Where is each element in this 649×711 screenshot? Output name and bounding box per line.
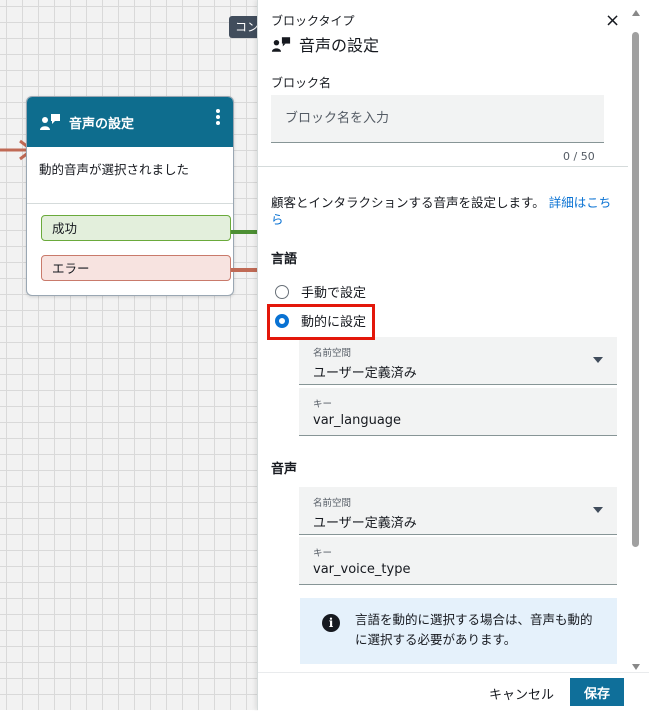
voice-icon [40,114,60,130]
scrollbar[interactable] [630,10,642,670]
panel-description: 顧客とインタラクションする音声を設定します。 詳細はこちら [271,194,621,228]
block-name-input[interactable] [271,95,604,143]
char-counter: 0 / 50 [563,150,595,163]
voice-namespace-select[interactable]: 名前空間 ユーザー定義済み [299,487,617,535]
radio-label: 手動で設定 [301,286,367,301]
branch-error[interactable]: エラー [41,255,231,281]
description-text: 顧客とインタラクションする音声を設定します。 [271,195,545,210]
panel-title-text: 音声の設定 [299,36,380,55]
set-voice-block-node[interactable]: 音声の設定 動的音声が選択されました 成功 エラー [26,96,234,296]
info-alert: i 言語を動的に選択する場合は、音声も動的に選択する必要があります。 [300,598,617,664]
info-icon: i [322,614,340,632]
chevron-down-icon [593,507,603,513]
node-menu-icon[interactable] [215,107,221,127]
divider [258,166,628,167]
node-description: 動的音声が選択されました [27,147,233,204]
annotation-highlight-box [267,304,375,340]
field-caption: キー [313,548,333,559]
voice-section-title: 音声 [271,462,298,477]
field-value: ユーザー定義済み [313,366,417,381]
chevron-down-icon [593,357,603,363]
language-namespace-select[interactable]: 名前空間 ユーザー定義済み [299,337,617,385]
radio-manual[interactable]: 手動で設定 [275,282,366,301]
field-value: var_voice_type [313,562,411,577]
language-section-title: 言語 [271,252,298,267]
cancel-button[interactable]: キャンセル [483,680,560,707]
branch-success[interactable]: 成功 [41,215,231,241]
voice-icon [271,36,291,52]
close-icon[interactable]: × [605,10,620,31]
field-caption: キー [313,399,333,410]
flow-canvas[interactable]: 音声の設定 動的音声が選択されました 成功 エラー [0,0,261,710]
field-value: var_language [313,413,402,428]
voice-key-field[interactable]: キー var_voice_type [299,537,617,585]
panel-title: 音声の設定 [271,32,379,56]
language-key-field[interactable]: キー var_language [299,388,617,436]
block-config-panel: ブロックタイプ × 音声の設定 ブロック名 0 / 50 顧客とインタラクション… [257,0,649,711]
save-button[interactable]: 保存 [570,678,624,706]
radio-button[interactable] [275,284,289,299]
scroll-down-icon[interactable] [632,664,640,670]
scroll-thumb[interactable] [632,32,639,547]
scroll-up-icon[interactable] [632,10,640,16]
field-caption: 名前空間 [313,348,352,359]
field-value: ユーザー定義済み [313,516,417,531]
field-caption: 名前空間 [313,498,352,509]
node-header: 音声の設定 [27,97,233,147]
panel-footer: キャンセル 保存 [258,672,649,711]
info-text: 言語を動的に選択する場合は、音声も動的に選択する必要があります。 [355,612,593,647]
block-type-label: ブロックタイプ [271,14,355,28]
node-title: 音声の設定 [69,116,135,132]
block-name-label: ブロック名 [271,76,332,90]
